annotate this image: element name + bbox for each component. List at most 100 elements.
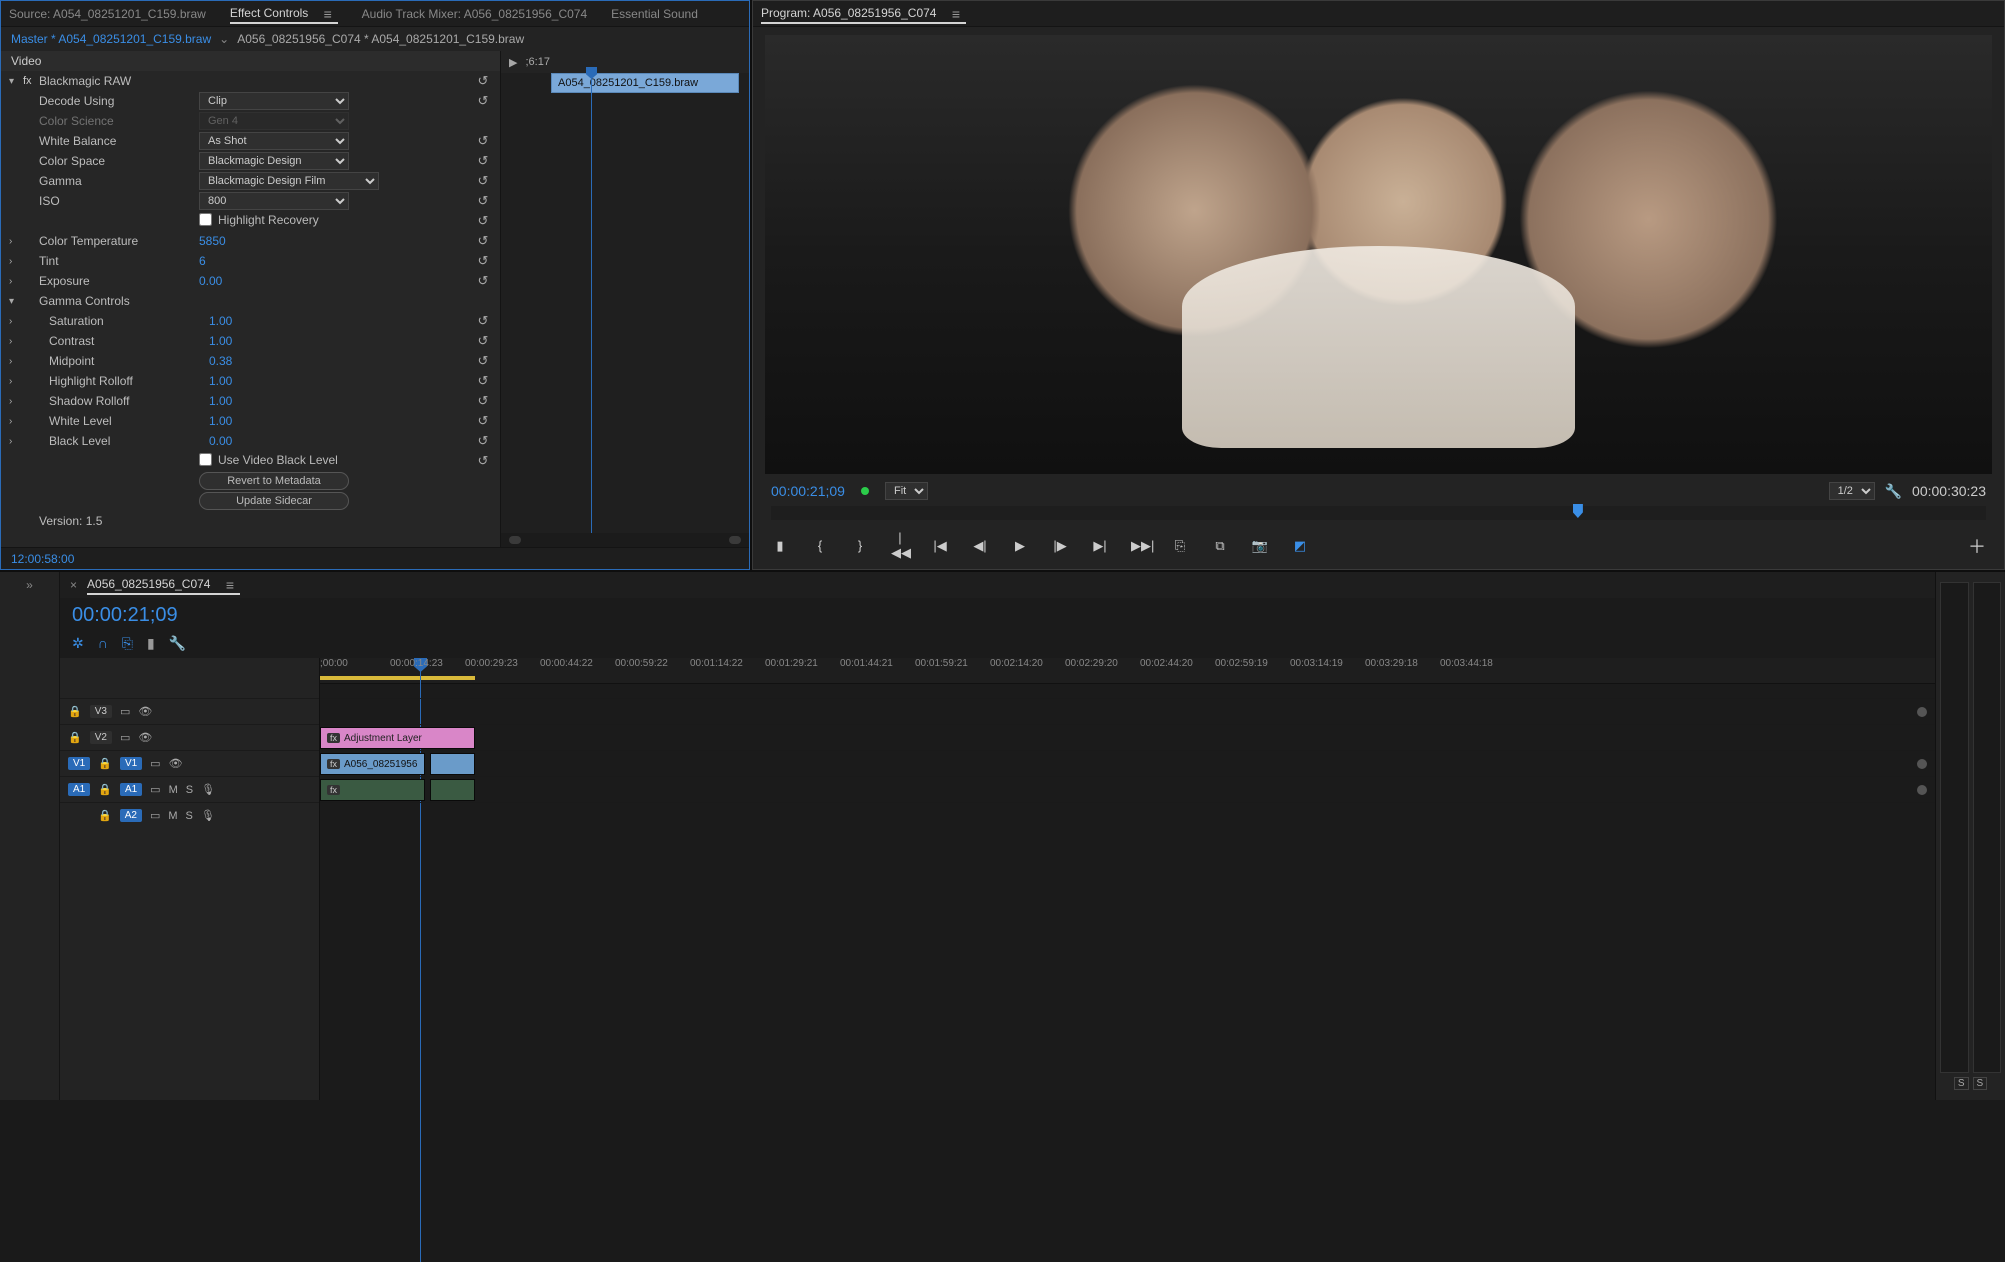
lock-icon[interactable]: 🔒 xyxy=(68,705,82,718)
solo-icon[interactable]: S xyxy=(186,810,193,822)
lock-icon[interactable]: 🔒 xyxy=(98,757,112,770)
reset-button[interactable] xyxy=(474,233,492,249)
mic-icon[interactable]: 🎙 xyxy=(201,809,215,822)
marker-icon[interactable]: ▮ xyxy=(147,635,155,652)
track-v1[interactable]: fxA056_08251956 xyxy=(320,750,1935,776)
reset-button[interactable] xyxy=(474,393,492,409)
zoom-fit-select[interactable]: Fit xyxy=(885,482,928,500)
chevron-down-icon[interactable]: ⌄ xyxy=(219,32,229,46)
twist-open-icon[interactable]: ▾ xyxy=(9,296,23,307)
tint-value[interactable]: 6 xyxy=(199,254,206,268)
program-playhead[interactable] xyxy=(1573,504,1583,518)
timeline-timecode[interactable]: 00:00:21;09 xyxy=(72,604,178,627)
frame-back-icon[interactable]: ◀| xyxy=(971,538,989,554)
black-level-value[interactable]: 0.00 xyxy=(209,434,232,448)
reset-button[interactable] xyxy=(474,453,492,469)
twist-icon[interactable]: › xyxy=(9,376,23,387)
toggle-output-icon[interactable]: ▭ xyxy=(120,731,130,744)
solo-right-button[interactable]: S xyxy=(1973,1077,1988,1090)
track-header-a2[interactable]: 🔒 A2 ▭ M S 🎙 xyxy=(60,802,319,828)
revert-metadata-button[interactable]: Revert to Metadata xyxy=(199,472,349,490)
comparison-view-icon[interactable]: ◩ xyxy=(1291,538,1309,554)
reset-button[interactable] xyxy=(474,193,492,209)
twist-open-icon[interactable]: ▾ xyxy=(9,76,23,87)
expand-icon[interactable]: » xyxy=(0,572,59,598)
twist-icon[interactable]: › xyxy=(9,356,23,367)
source-patch-a1[interactable]: A1 xyxy=(68,783,90,796)
reset-button[interactable] xyxy=(474,333,492,349)
zoom-handle[interactable] xyxy=(1917,785,1927,795)
go-to-in-icon[interactable]: |◀◀ xyxy=(891,530,909,561)
shadow-rolloff-value[interactable]: 1.00 xyxy=(209,394,232,408)
frame-forward-icon[interactable]: |▶ xyxy=(1051,538,1069,554)
use-video-black-checkbox[interactable] xyxy=(199,453,212,466)
extract-icon[interactable]: ⧉ xyxy=(1211,538,1229,554)
reset-button[interactable] xyxy=(474,153,492,169)
mark-in-icon[interactable]: ▮ xyxy=(771,538,789,554)
reset-button[interactable] xyxy=(474,413,492,429)
bracket-out-icon[interactable]: } xyxy=(851,538,869,553)
master-clip-link[interactable]: Master * A054_08251201_C159.braw xyxy=(11,32,211,46)
saturation-value[interactable]: 1.00 xyxy=(209,314,232,328)
export-frame-icon[interactable]: 📷 xyxy=(1251,538,1269,554)
twist-icon[interactable]: › xyxy=(9,436,23,447)
reset-button[interactable] xyxy=(474,93,492,109)
snap-icon[interactable]: ✲ xyxy=(72,635,84,652)
update-sidecar-button[interactable]: Update Sidecar xyxy=(199,492,349,510)
toggle-output-icon[interactable]: ▭ xyxy=(150,757,160,770)
reset-button[interactable] xyxy=(474,373,492,389)
iso-select[interactable]: 800 xyxy=(199,192,349,210)
twist-icon[interactable]: › xyxy=(9,316,23,327)
exposure-value[interactable]: 0.00 xyxy=(199,274,222,288)
wrench-icon[interactable]: 🔧 xyxy=(169,635,186,652)
settings-wrench-icon[interactable]: 🔧 xyxy=(1885,483,1902,500)
program-scrub-bar[interactable] xyxy=(771,506,1986,520)
timeline-ruler[interactable]: ;00:00 00:00:14:23 00:00:29:23 00:00:44:… xyxy=(320,658,1935,684)
gamma-select[interactable]: Blackmagic Design Film xyxy=(199,172,379,190)
eye-icon[interactable]: 👁 xyxy=(138,731,152,744)
midpoint-value[interactable]: 0.38 xyxy=(209,354,232,368)
bracket-in-icon[interactable]: { xyxy=(811,538,829,553)
color-temp-value[interactable]: 5850 xyxy=(199,234,226,248)
magnet-icon[interactable]: ∩ xyxy=(98,635,108,652)
resolution-select[interactable]: 1/2 xyxy=(1829,482,1875,500)
toggle-output-icon[interactable]: ▭ xyxy=(120,705,130,718)
track-header-v2[interactable]: 🔒 V2 ▭ 👁 xyxy=(60,724,319,750)
scroll-thumb-right[interactable] xyxy=(729,536,741,544)
add-button-icon[interactable]: ＋ xyxy=(1968,533,1986,559)
highlight-recovery-checkbox[interactable] xyxy=(199,213,212,226)
source-patch-v1[interactable]: V1 xyxy=(68,757,90,770)
reset-effect-button[interactable] xyxy=(474,73,492,89)
effect-blackmagic-raw[interactable]: ▾ fx Blackmagic RAW xyxy=(1,71,500,91)
reset-button[interactable] xyxy=(474,173,492,189)
twist-icon[interactable]: › xyxy=(9,276,23,287)
tab-effect-controls[interactable]: Effect Controls xyxy=(230,6,338,24)
hamburger-icon[interactable] xyxy=(952,8,966,18)
reset-button[interactable] xyxy=(474,273,492,289)
contrast-value[interactable]: 1.00 xyxy=(209,334,232,348)
twist-icon[interactable]: › xyxy=(9,396,23,407)
decode-using-select[interactable]: Clip xyxy=(199,92,349,110)
track-v2[interactable]: fxAdjustment Layer xyxy=(320,724,1935,750)
program-current-tc[interactable]: 00:00:21;09 xyxy=(771,483,845,499)
mic-icon[interactable]: 🎙 xyxy=(201,783,215,796)
lift-icon[interactable]: ⎘ xyxy=(1171,538,1189,554)
mini-tl-play-icon[interactable]: ▶ xyxy=(509,56,517,69)
twist-icon[interactable]: › xyxy=(9,236,23,247)
param-gamma-controls[interactable]: ▾ Gamma Controls xyxy=(1,291,500,311)
track-a2[interactable] xyxy=(320,802,1935,828)
track-header-v1[interactable]: V1 🔒 V1 ▭ 👁 xyxy=(60,750,319,776)
toggle-output-icon[interactable]: ▭ xyxy=(150,783,160,796)
twist-icon[interactable]: › xyxy=(9,256,23,267)
step-forward-icon[interactable]: ▶| xyxy=(1091,538,1109,554)
solo-left-button[interactable]: S xyxy=(1954,1077,1969,1090)
twist-icon[interactable]: › xyxy=(9,336,23,347)
scroll-thumb-left[interactable] xyxy=(509,536,521,544)
reset-button[interactable] xyxy=(474,213,492,229)
white-level-value[interactable]: 1.00 xyxy=(209,414,232,428)
effect-mini-timeline[interactable]: ▶ ;6:17 A054_08251201_C159.braw xyxy=(501,51,749,547)
mini-scrollbar[interactable] xyxy=(501,533,749,547)
timeline-tracks-area[interactable]: ;00:00 00:00:14:23 00:00:29:23 00:00:44:… xyxy=(320,658,1935,1100)
clip-adjustment-layer[interactable]: fxAdjustment Layer xyxy=(320,727,475,749)
mute-icon[interactable]: M xyxy=(168,810,177,822)
